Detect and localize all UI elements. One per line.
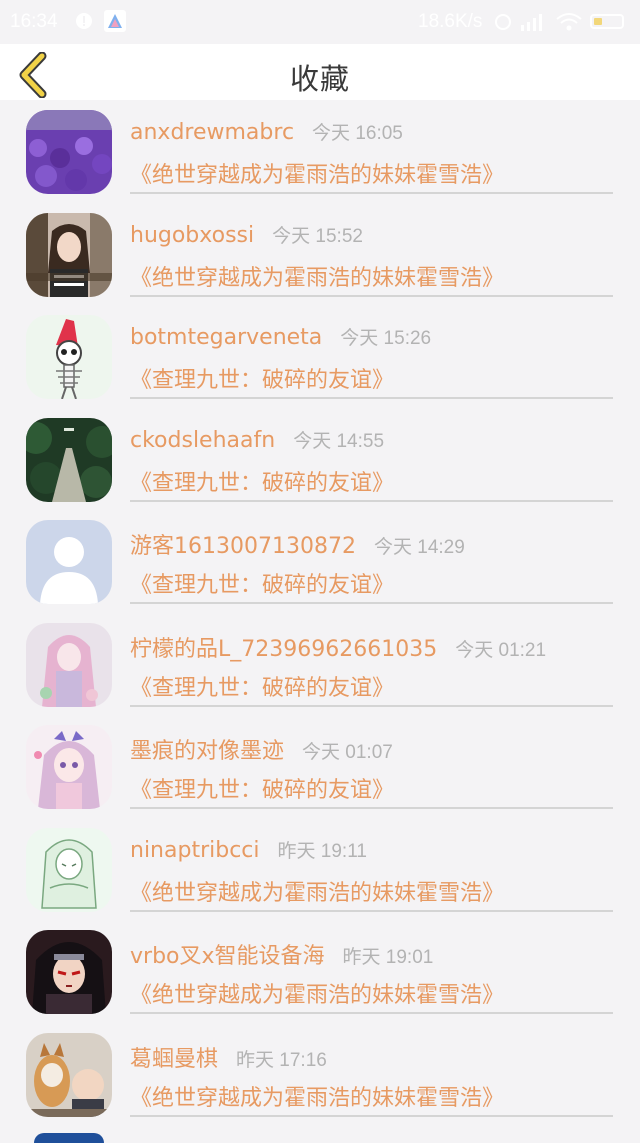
list-item[interactable]: hugobxossi 今天 15:52 《绝世穿越成为霍雨浩的妹妹霍雪浩》 (0, 203, 640, 306)
list-item[interactable]: 柠檬的品L_72396962661035 今天 01:21 《查理九世：破碎的友… (0, 613, 640, 716)
header-bar: 收藏 (0, 44, 640, 100)
timestamp: 昨天 19:11 (277, 840, 367, 862)
wifi-icon (556, 12, 582, 38)
avatar (26, 622, 112, 707)
avatar (26, 110, 112, 194)
list-item[interactable]: botmtegarveneta 今天 15:26 《查理九世：破碎的友谊》 (0, 305, 640, 408)
timestamp: 昨天 19:01 (342, 947, 434, 968)
book-title[interactable]: 《查理九世：破碎的友谊》 (130, 772, 394, 804)
network-speed: 18.6K/s (418, 11, 483, 32)
timestamp: 今天 16:05 (312, 123, 403, 144)
avatar (26, 417, 112, 502)
list-item[interactable]: ckodslehaafn 今天 14:55 《查理九世：破碎的友谊》 (0, 408, 640, 511)
avatar (26, 315, 112, 399)
user-name: botmtegarveneta (130, 325, 323, 350)
book-title[interactable]: 《查理九世：破碎的友谊》 (130, 670, 394, 702)
book-title[interactable]: 《绝世穿越成为霍雨浩的妹妹霍雪浩》 (130, 260, 504, 292)
list-item[interactable]: 游客1613007130872 今天 14:29 《查理九世：破碎的友谊》 (0, 510, 640, 613)
user-name: ckodslehaafn (130, 427, 276, 453)
timestamp: 今天 14:55 (293, 430, 385, 452)
divider (130, 397, 613, 399)
favorites-list: anxdrewmabrc 今天 16:05 《绝世穿越成为霍雨浩的妹妹霍雪浩》 … (0, 100, 640, 1125)
book-title[interactable]: 《查理九世：破碎的友谊》 (130, 362, 394, 394)
notification-icon (74, 11, 94, 37)
timestamp: 今天 14:29 (373, 537, 465, 558)
book-title[interactable]: 《绝世穿越成为霍雨浩的妹妹霍雪浩》 (130, 1080, 504, 1112)
book-title[interactable]: 《绝世穿越成为霍雨浩的妹妹霍雪浩》 (130, 875, 504, 907)
divider (130, 807, 613, 809)
divider (130, 499, 613, 502)
list-item[interactable]: ninaptribcci 昨天 19:11 《绝世穿越成为霍雨浩的妹妹霍雪浩》 (0, 818, 640, 921)
divider (130, 192, 613, 194)
divider (130, 704, 613, 707)
user-name: hugobxossi (130, 222, 255, 248)
user-name: 游客1613007130872 (130, 534, 356, 559)
signal-icon (520, 13, 546, 37)
user-name: 柠檬的品L_72396962661035 (130, 636, 438, 662)
app-logo-icon (104, 10, 126, 38)
avatar (26, 520, 112, 604)
divider (130, 294, 613, 297)
timestamp: 今天 15:26 (340, 328, 432, 349)
battery-icon (590, 14, 624, 29)
alarm-icon (494, 11, 512, 37)
divider (130, 1114, 613, 1117)
status-bar: 16:34 18.6K/s (0, 0, 640, 44)
divider (130, 602, 613, 604)
user-name: ninaptribcci (130, 837, 260, 863)
timestamp: 今天 01:07 (302, 742, 393, 763)
user-name: anxdrewmabrc (130, 120, 295, 145)
avatar (26, 827, 112, 912)
user-name: 葛蝈曼棋 (130, 1046, 219, 1072)
book-title[interactable]: 《绝世穿越成为霍雨浩的妹妹霍雪浩》 (130, 977, 504, 1009)
list-item[interactable]: anxdrewmabrc 今天 16:05 《绝世穿越成为霍雨浩的妹妹霍雪浩》 (0, 100, 640, 203)
list-item[interactable]: vrbo叉x智能设备海 昨天 19:01 《绝世穿越成为霍雨浩的妹妹霍雪浩》 (0, 920, 640, 1023)
book-title[interactable]: 《查理九世：破碎的友谊》 (130, 465, 394, 497)
user-name: vrbo叉x智能设备海 (130, 944, 325, 969)
user-name: 墨痕的对像墨迹 (130, 739, 285, 764)
avatar (26, 1032, 112, 1117)
timestamp: 今天 01:21 (455, 639, 547, 661)
avatar (26, 212, 112, 297)
divider (130, 909, 613, 912)
book-title[interactable]: 《绝世穿越成为霍雨浩的妹妹霍雪浩》 (130, 157, 504, 189)
avatar (26, 725, 112, 809)
timestamp: 昨天 17:16 (236, 1049, 327, 1071)
list-item[interactable]: 葛蝈曼棋 昨天 17:16 《绝世穿越成为霍雨浩的妹妹霍雪浩》 (0, 1023, 640, 1126)
book-title[interactable]: 《查理九世：破碎的友谊》 (130, 567, 394, 599)
avatar (26, 930, 112, 1014)
next-avatar-partial (34, 1133, 104, 1143)
list-item[interactable]: 墨痕的对像墨迹 今天 01:07 《查理九世：破碎的友谊》 (0, 715, 640, 818)
divider (130, 1012, 613, 1014)
timestamp: 今天 15:52 (272, 225, 363, 247)
page-title: 收藏 (289, 62, 350, 96)
status-time: 16:34 (10, 11, 58, 32)
